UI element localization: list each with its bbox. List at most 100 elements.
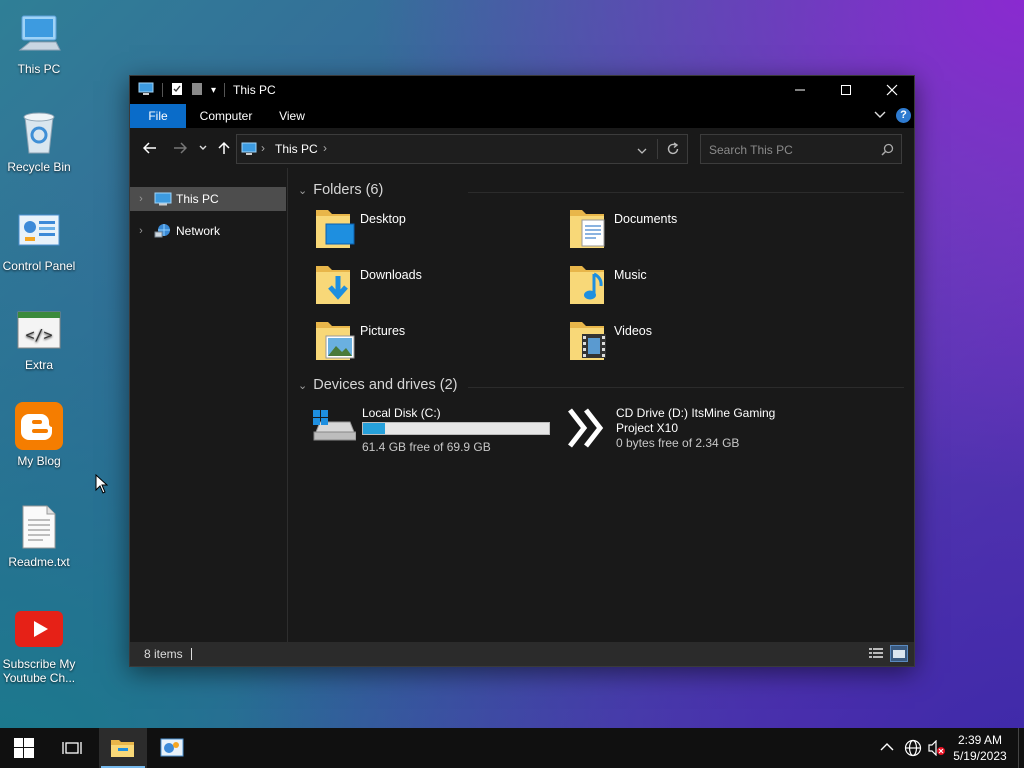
forward-button[interactable] bbox=[170, 138, 190, 158]
desktop-icon-label: Recycle Bin bbox=[7, 160, 71, 174]
drive-name: Local Disk (C:) bbox=[362, 406, 441, 420]
folder-tile-pictures[interactable]: Pictures bbox=[314, 316, 564, 368]
network-globe-icon[interactable] bbox=[904, 739, 922, 760]
breadcrumb-separator-icon[interactable]: › bbox=[261, 141, 265, 155]
expand-ribbon-icon[interactable] bbox=[874, 109, 886, 124]
divider bbox=[468, 192, 904, 193]
pictures-folder-icon bbox=[314, 316, 358, 364]
desktop-icon-label: Extra bbox=[24, 358, 53, 372]
videos-folder-icon bbox=[568, 316, 612, 364]
documents-folder-icon bbox=[568, 204, 612, 252]
folder-tile-music[interactable]: Music bbox=[568, 260, 818, 312]
folder-tile-downloads[interactable]: Downloads bbox=[314, 260, 564, 312]
drive-tile-cd-drive[interactable]: CD Drive (D:) ItsMine Gaming Project X10… bbox=[564, 406, 814, 458]
tab-view[interactable]: View bbox=[270, 104, 314, 128]
task-view-button[interactable] bbox=[48, 728, 96, 768]
maximize-button[interactable] bbox=[823, 76, 869, 104]
expand-chevron-icon[interactable]: › bbox=[130, 225, 152, 237]
taskbar-file-explorer-button[interactable] bbox=[99, 728, 147, 768]
folder-tile-documents[interactable]: Documents bbox=[568, 204, 818, 256]
address-bar[interactable]: › This PC › bbox=[236, 134, 688, 164]
properties-icon[interactable] bbox=[171, 82, 183, 99]
music-folder-icon bbox=[568, 260, 612, 308]
title-bar[interactable]: ▾ This PC bbox=[130, 76, 914, 104]
desktop-icon-label: My Blog bbox=[17, 454, 61, 468]
clock[interactable]: 2:39 AM 5/19/2023 bbox=[948, 732, 1012, 764]
large-icons-view-icon[interactable] bbox=[890, 645, 908, 662]
desktop-icon-label: Subscribe My Youtube Ch... bbox=[2, 657, 76, 685]
network-icon bbox=[152, 223, 174, 239]
folder-tile-videos[interactable]: Videos bbox=[568, 316, 818, 368]
desktop-icon-label: Readme.txt bbox=[8, 555, 70, 569]
folder-name: Documents bbox=[614, 212, 678, 226]
search-input[interactable] bbox=[709, 141, 879, 159]
group-header-folders[interactable]: ⌄ Folders (6) bbox=[298, 182, 383, 198]
desktop-icon-extra[interactable]: </> Extra bbox=[0, 306, 78, 372]
desktop-folder-icon bbox=[314, 204, 358, 252]
youtube-icon bbox=[15, 605, 63, 653]
text-file-icon bbox=[15, 503, 63, 551]
taskbar-control-panel-button[interactable] bbox=[148, 728, 196, 768]
folder-name: Desktop bbox=[360, 212, 406, 226]
details-view-icon[interactable] bbox=[868, 647, 884, 664]
desktop-icon-my-blog[interactable]: My Blog bbox=[0, 402, 78, 468]
desktop-icon-control-panel[interactable]: Control Panel bbox=[0, 207, 78, 273]
search-icon[interactable] bbox=[881, 143, 894, 159]
show-desktop-button[interactable] bbox=[1018, 728, 1024, 768]
clock-time: 2:39 AM bbox=[957, 733, 1003, 747]
status-bar: 8 items bbox=[130, 642, 914, 666]
group-header-devices[interactable]: ⌄ Devices and drives (2) bbox=[298, 377, 457, 393]
svg-text:</>: </> bbox=[25, 326, 52, 344]
help-icon[interactable]: ? bbox=[896, 108, 911, 123]
cd-drive-icon bbox=[566, 408, 608, 451]
expand-chevron-icon[interactable]: › bbox=[130, 193, 152, 205]
ribbon-tabs: File Computer View ? bbox=[130, 104, 914, 128]
collapse-chevron-icon[interactable]: ⌄ bbox=[298, 379, 307, 392]
new-folder-icon[interactable] bbox=[191, 82, 203, 99]
desktop-icon-recycle-bin[interactable]: Recycle Bin bbox=[0, 108, 78, 174]
item-count: 8 items bbox=[144, 647, 183, 661]
breadcrumb-separator-icon[interactable]: › bbox=[323, 141, 327, 155]
nav-item-network[interactable]: › Network bbox=[130, 219, 286, 243]
volume-muted-icon[interactable] bbox=[928, 739, 946, 759]
search-box[interactable] bbox=[700, 134, 902, 164]
breadcrumb-this-pc[interactable]: This PC bbox=[275, 142, 318, 156]
folder-name: Pictures bbox=[360, 324, 406, 338]
this-pc-small-icon bbox=[138, 82, 154, 99]
address-dropdown-icon[interactable] bbox=[637, 144, 647, 158]
drive-free-space: 0 bytes free of 2.34 GB bbox=[616, 436, 740, 450]
folder-tile-desktop[interactable]: Desktop bbox=[314, 204, 564, 256]
drive-tile-local-disk[interactable]: Local Disk (C:) 61.4 GB free of 69.9 GB bbox=[310, 406, 560, 458]
desktop-icon-youtube[interactable]: Subscribe My Youtube Ch... bbox=[0, 605, 78, 685]
clock-date: 5/19/2023 bbox=[953, 749, 1007, 763]
navigation-bar: › This PC › bbox=[130, 128, 914, 168]
taskbar: 2:39 AM 5/19/2023 bbox=[0, 728, 1024, 768]
start-button[interactable] bbox=[0, 728, 48, 768]
customize-quick-access-icon[interactable]: ▾ bbox=[211, 85, 216, 96]
downloads-folder-icon bbox=[314, 260, 358, 308]
divider bbox=[468, 387, 904, 388]
nav-item-this-pc[interactable]: › This PC bbox=[130, 187, 286, 211]
mouse-cursor-icon bbox=[95, 473, 109, 497]
this-pc-small-icon bbox=[241, 142, 257, 159]
folder-name: Music bbox=[614, 268, 647, 282]
tab-file[interactable]: File bbox=[130, 104, 186, 128]
minimize-button[interactable] bbox=[777, 76, 823, 104]
nav-item-label: Network bbox=[176, 224, 221, 238]
folder-name: Downloads bbox=[360, 268, 422, 282]
show-hidden-icons-chevron-icon[interactable] bbox=[880, 741, 894, 755]
close-button[interactable] bbox=[869, 76, 915, 104]
group-header-label: Folders (6) bbox=[313, 182, 384, 198]
collapse-chevron-icon[interactable]: ⌄ bbox=[298, 184, 307, 197]
divider bbox=[657, 139, 658, 159]
desktop-icon-readme[interactable]: Readme.txt bbox=[0, 503, 78, 569]
drive-usage-fill bbox=[363, 423, 386, 434]
up-button[interactable] bbox=[214, 138, 234, 158]
back-button[interactable] bbox=[140, 138, 160, 158]
desktop-icon-this-pc[interactable]: This PC bbox=[0, 10, 78, 76]
computer-icon bbox=[15, 10, 63, 58]
drive-usage-bar bbox=[362, 422, 550, 435]
refresh-icon[interactable] bbox=[666, 142, 680, 159]
recent-locations-button[interactable] bbox=[193, 138, 213, 158]
tab-computer[interactable]: Computer bbox=[192, 104, 260, 128]
